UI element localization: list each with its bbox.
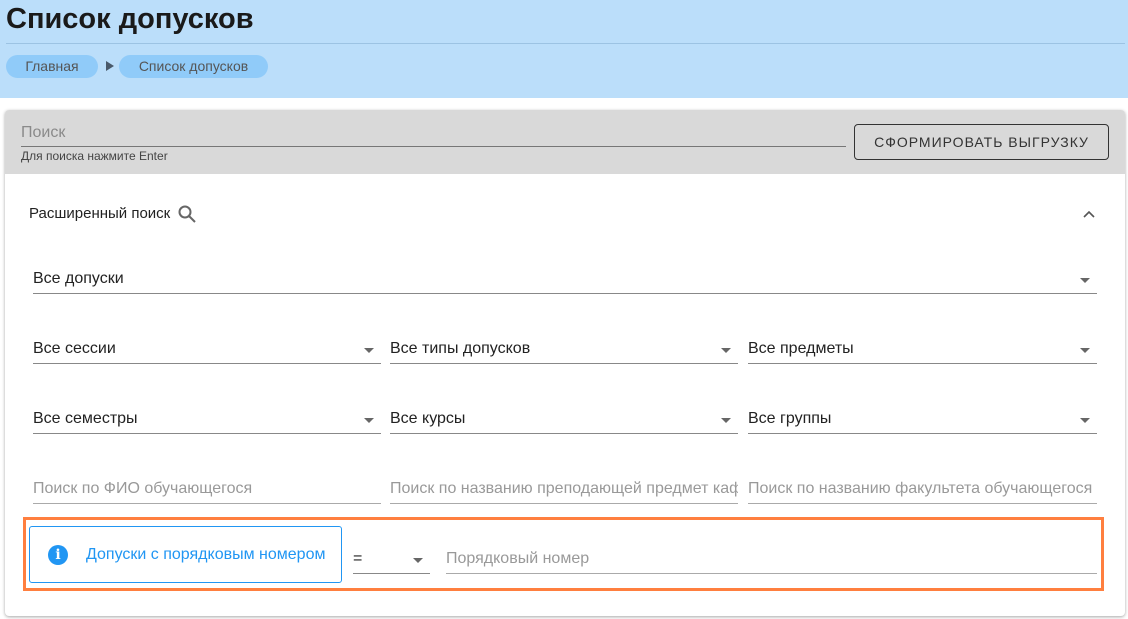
dropdown-arrow-icon <box>364 348 374 353</box>
search-underline <box>21 146 846 147</box>
department-input[interactable]: Поиск по названию преподающей предмет ка… <box>390 474 738 504</box>
search-input[interactable]: Поиск <box>21 124 65 142</box>
dropdown-arrow-icon <box>721 418 731 423</box>
sequence-number-input[interactable]: Порядковый номер <box>446 544 1097 574</box>
breadcrumb-current[interactable]: Список допусков <box>119 55 268 78</box>
subjects-select[interactable]: Все предметы <box>748 334 1097 364</box>
groups-select[interactable]: Все группы <box>748 404 1097 434</box>
number-filter-label: Допуски с порядковым номером <box>86 546 326 563</box>
dropdown-arrow-icon <box>1080 418 1090 423</box>
semesters-select-value: Все семестры <box>33 410 138 427</box>
faculty-input[interactable]: Поиск по названию факультета обучающегос… <box>748 474 1097 504</box>
sessions-select-value: Все сессии <box>33 340 116 357</box>
student-name-input[interactable]: Поиск по ФИО обучающегося <box>33 474 381 504</box>
info-icon: i <box>48 545 68 565</box>
dropdown-arrow-icon <box>413 558 423 563</box>
search-hint: Для поиска нажмите Enter <box>21 149 168 163</box>
subjects-select-value: Все предметы <box>748 340 854 357</box>
dropdown-arrow-icon <box>364 418 374 423</box>
export-button[interactable]: СФОРМИРОВАТЬ ВЫГРУЗКУ <box>854 124 1109 160</box>
advanced-search-label[interactable]: Расширенный поиск <box>29 205 170 222</box>
semesters-select[interactable]: Все семестры <box>33 404 381 434</box>
header-divider <box>6 43 1125 44</box>
number-filter-button[interactable]: i Допуски с порядковым номером <box>29 526 342 583</box>
breadcrumb-home[interactable]: Главная <box>6 55 98 78</box>
department-placeholder: Поиск по названию преподающей предмет ка… <box>390 480 738 497</box>
operator-select[interactable]: = <box>353 544 430 574</box>
courses-select-value: Все курсы <box>390 410 466 427</box>
types-select-value: Все типы допусков <box>390 340 531 357</box>
admissions-select-value: Все допуски <box>33 270 124 287</box>
sequence-number-placeholder: Порядковый номер <box>446 550 590 567</box>
search-icon[interactable] <box>177 204 197 224</box>
chevron-up-icon[interactable] <box>1082 207 1096 221</box>
sessions-select[interactable]: Все сессии <box>33 334 381 364</box>
faculty-placeholder: Поиск по названию факультета обучающегос… <box>748 480 1093 497</box>
dropdown-arrow-icon <box>1080 348 1090 353</box>
student-name-placeholder: Поиск по ФИО обучающегося <box>33 480 253 497</box>
page-title: Список допусков <box>6 3 254 35</box>
dropdown-arrow-icon <box>1080 278 1090 283</box>
courses-select[interactable]: Все курсы <box>390 404 738 434</box>
admissions-select[interactable]: Все допуски <box>33 264 1097 294</box>
operator-value: = <box>353 550 363 567</box>
breadcrumb-arrow-icon <box>106 61 114 71</box>
groups-select-value: Все группы <box>748 410 832 427</box>
types-select[interactable]: Все типы допусков <box>390 334 738 364</box>
dropdown-arrow-icon <box>721 348 731 353</box>
